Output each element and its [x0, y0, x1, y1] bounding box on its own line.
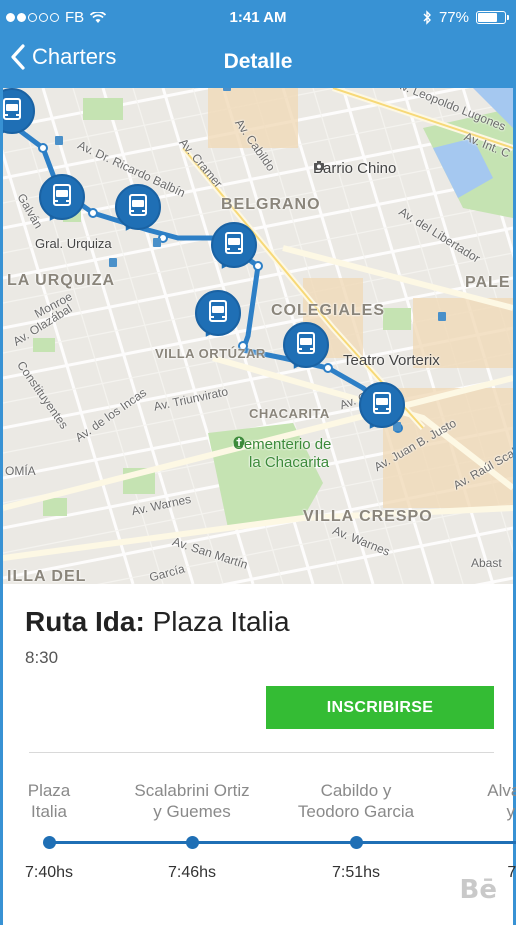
stop-time: 7:51hs — [331, 864, 381, 881]
map-label-gral-urquiza: Gral. Urquiza — [35, 236, 112, 251]
stop-name-line1: Scalabrini Ortiz — [134, 781, 250, 800]
bus-icon — [373, 392, 391, 414]
bus-icon — [53, 184, 71, 206]
inscribirse-button[interactable]: INSCRIBIRSE — [266, 686, 494, 729]
cemetery-icon — [233, 436, 245, 448]
map-label-omia: OMÍA — [5, 464, 36, 478]
cementerio-label-1: Cementerio de — [233, 436, 332, 453]
map-label-colegiales: COLEGIALES — [271, 302, 386, 319]
status-right: 77% — [423, 9, 509, 26]
bus-icon — [3, 98, 21, 120]
route-title-prefix: Ruta Ida: — [25, 606, 145, 637]
battery-icon — [476, 11, 509, 24]
camera-icon — [314, 161, 324, 170]
map-label-abasto: Abast — [471, 556, 502, 570]
top-bar: FB 1:41 AM 77% Charters Detalle — [0, 0, 516, 88]
divider — [29, 752, 494, 753]
status-bar: FB 1:41 AM 77% — [0, 0, 516, 36]
bus-icon — [209, 300, 227, 322]
map-label-belgrano: BELGRANO — [221, 196, 321, 213]
barrio-chino-label: Barrio Chino — [313, 160, 397, 177]
stop-name-line1: Alvarez T — [487, 781, 516, 800]
stop-name: Cabildo y Teodoro Garcia — [266, 780, 446, 826]
stop-node — [349, 836, 363, 849]
bus-stop-pin-6[interactable] — [283, 322, 331, 376]
stop-node — [42, 836, 56, 849]
map-label-chacarita: CHACARITA — [249, 406, 330, 421]
route-map[interactable]: Av. Leopoldo Lugones Av. Int. C Av. Dr. … — [0, 88, 516, 584]
route-departure-time: 8:30 — [25, 648, 59, 667]
stop-time: 7:46hs — [167, 864, 217, 881]
timeline-stop-2[interactable]: Scalabrini Ortiz y Guemes 7:46hs — [102, 780, 282, 882]
stop-name-line2: Italia — [31, 802, 67, 821]
route-title: Ruta Ida: Plaza Italia — [25, 606, 290, 638]
stop-name-line2: Teodoro Garcia — [297, 802, 415, 821]
bus-stop-pin-3[interactable] — [115, 184, 163, 238]
map-label-villa-crespo: VILLA CRESPO — [303, 508, 433, 525]
stop-name-line1: Plaza — [27, 781, 71, 800]
bus-stop-pin-5[interactable] — [195, 290, 243, 344]
page-title: Detalle — [223, 50, 293, 73]
stop-name-line1: Cabildo y — [320, 781, 392, 800]
battery-percentage: 77% — [438, 9, 469, 26]
map-label-barrio-chino: Barrio Chino — [313, 160, 396, 177]
bus-stop-pin-4[interactable] — [211, 222, 259, 276]
cementerio-label-2: la Chacarita — [249, 454, 330, 471]
stop-name-line2: y Za — [506, 802, 516, 821]
stops-timeline[interactable]: Plaza Italia 7:40hs Scalabrini Ortiz y Gue… — [3, 780, 516, 890]
bus-stop-pin-1[interactable] — [3, 88, 37, 142]
timeline-stop-3[interactable]: Cabildo y Teodoro Garcia 7:51hs — [266, 780, 446, 882]
map-label-urquiza: LA URQUIZA — [7, 272, 116, 289]
stop-node — [185, 836, 199, 849]
map-label-cementerio: Cementerio de — [233, 436, 331, 453]
timeline-stop-4[interactable]: Alvarez Ty Za 7:59 — [433, 780, 516, 882]
behance-watermark: Bē — [459, 875, 497, 905]
route-title-name: Plaza Italia — [152, 606, 290, 637]
stop-name: Alvarez T y Za — [433, 780, 516, 826]
stop-name-line2: y Guemes — [153, 802, 231, 821]
map-label-villa-ortuzar: VILLA ORTÚZAR — [155, 346, 266, 361]
map-label-teatro-vorterix: Teatro Vorterix — [343, 352, 440, 369]
bus-icon — [225, 232, 243, 254]
navigation-bar: Charters Detalle — [0, 36, 516, 88]
bus-icon — [297, 332, 315, 354]
bluetooth-icon — [423, 10, 431, 25]
bus-icon — [129, 194, 147, 216]
map-label-palermo: PALE — [465, 274, 511, 291]
bus-stop-pin-2[interactable] — [39, 174, 87, 228]
route-detail-panel: Ruta Ida: Plaza Italia 8:30 INSCRIBIRSE … — [0, 584, 516, 925]
bus-stop-pin-7[interactable] — [359, 382, 407, 436]
map-label-villa-del-parque: ILLA DEL — [7, 568, 87, 584]
stop-name: Scalabrini Ortiz y Guemes — [102, 780, 282, 826]
